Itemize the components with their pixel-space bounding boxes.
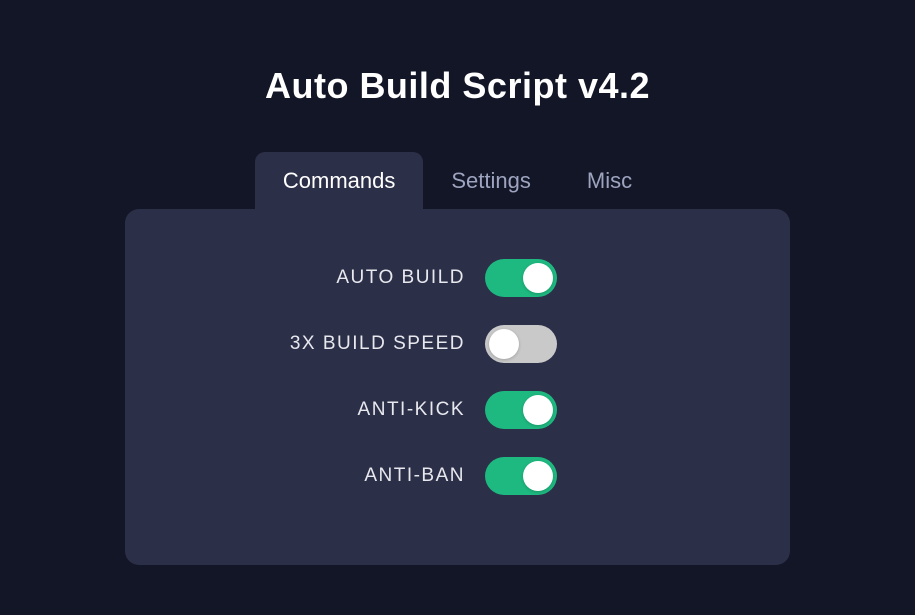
toggle-knob-icon — [489, 329, 519, 359]
toggle-knob-icon — [523, 461, 553, 491]
tab-settings[interactable]: Settings — [423, 152, 559, 210]
tabs-row: Commands Settings Misc — [255, 152, 660, 210]
option-label-build-speed: 3X BUILD SPEED — [165, 333, 485, 355]
toggle-anti-kick[interactable] — [485, 391, 557, 429]
toggle-auto-build[interactable] — [485, 259, 557, 297]
toggle-knob-icon — [523, 395, 553, 425]
toggle-anti-ban[interactable] — [485, 457, 557, 495]
toggle-build-speed[interactable] — [485, 325, 557, 363]
tab-misc[interactable]: Misc — [559, 152, 660, 210]
option-row-anti-kick: ANTI-KICK — [165, 391, 750, 429]
option-row-build-speed: 3X BUILD SPEED — [165, 325, 750, 363]
option-label-auto-build: AUTO BUILD — [165, 267, 485, 289]
tab-commands[interactable]: Commands — [255, 152, 423, 210]
option-row-anti-ban: ANTI-BAN — [165, 457, 750, 495]
page-title: Auto Build Script v4.2 — [265, 65, 650, 107]
option-row-auto-build: AUTO BUILD — [165, 259, 750, 297]
option-label-anti-kick: ANTI-KICK — [165, 399, 485, 421]
toggle-knob-icon — [523, 263, 553, 293]
app-container: Auto Build Script v4.2 Commands Settings… — [0, 0, 915, 565]
commands-panel: AUTO BUILD 3X BUILD SPEED ANTI-KICK ANTI… — [125, 209, 790, 565]
option-label-anti-ban: ANTI-BAN — [165, 465, 485, 487]
